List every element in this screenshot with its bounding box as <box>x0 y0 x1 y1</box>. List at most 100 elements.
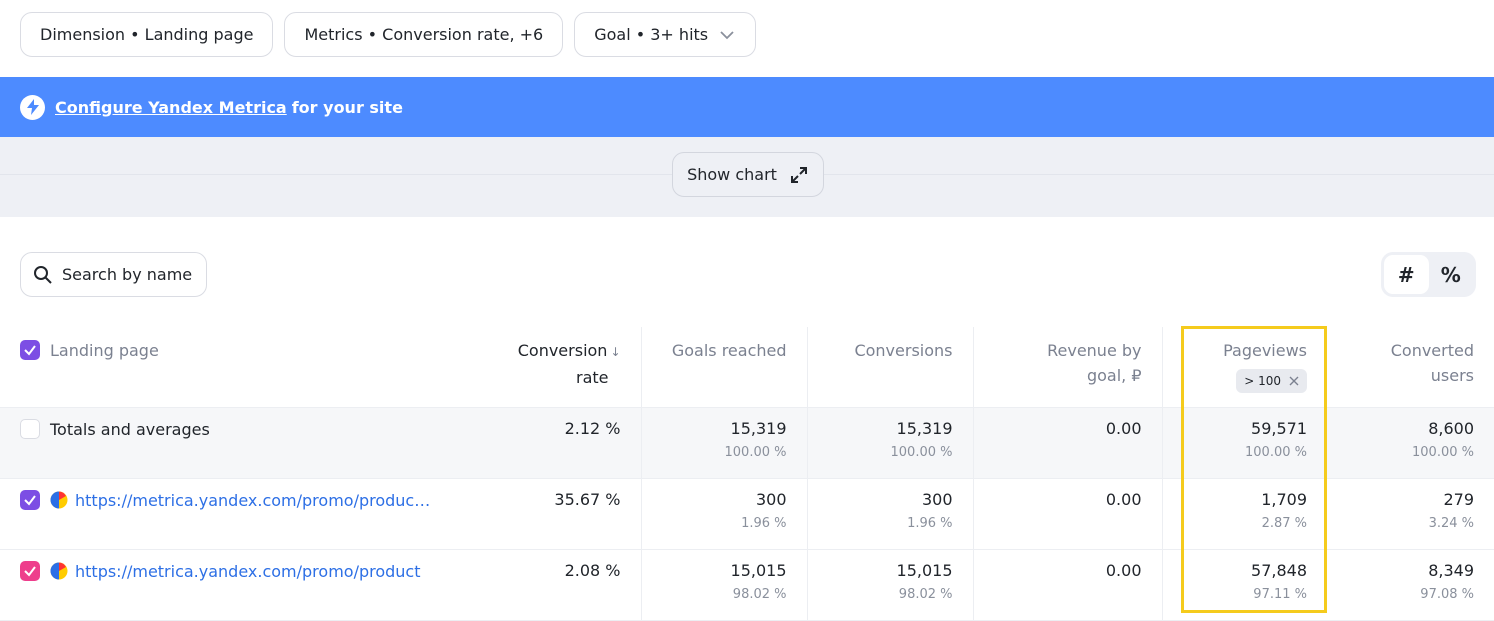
expand-icon <box>790 166 807 183</box>
cell-percent: 1.96 % <box>907 515 953 531</box>
metrica-favicon-icon <box>50 562 68 579</box>
pageviews-filter-tag[interactable]: > 100 <box>1236 369 1307 393</box>
header-landing-page[interactable]: Landing page <box>0 327 475 408</box>
metrics-filter-label: Metrics • Conversion rate, +6 <box>304 25 544 44</box>
cell-value: 300 <box>755 489 787 509</box>
cell-goals-reached: 15,319 100.00 % <box>640 407 807 479</box>
cell-conversion-rate: 2.12 % <box>475 407 641 479</box>
cell-percent: 2.87 % <box>1261 515 1307 531</box>
metrica-favicon-icon <box>50 491 68 508</box>
percent-values-button[interactable]: % <box>1429 255 1474 294</box>
cell-percent: 3.24 % <box>1428 515 1474 531</box>
search-icon <box>34 265 52 284</box>
header-label: Converted <box>1390 341 1474 360</box>
cell-value: 15,319 <box>896 418 953 438</box>
header-revenue[interactable]: Revenue by goal, ₽ <box>972 327 1162 408</box>
cell-percent: 100.00 % <box>1245 444 1307 460</box>
lightning-icon <box>20 94 45 120</box>
cell-percent: 100.00 % <box>724 444 787 460</box>
header-label: Conversion <box>517 341 608 360</box>
setup-banner: Configure Yandex Metrica for your site <box>0 77 1494 137</box>
chart-area: Show chart <box>0 137 1494 217</box>
banner-text: for your site <box>291 97 403 117</box>
select-all-checkbox[interactable] <box>20 340 40 360</box>
table-header-row: Landing page Conversion ↓ rate Goals reac… <box>0 327 1494 408</box>
cell-percent: 98.02 % <box>898 586 953 602</box>
cell-pageviews: 1,709 2.87 % <box>1161 478 1327 550</box>
cell-pageviews: 59,571 100.00 % <box>1161 407 1327 479</box>
row-checkbox[interactable] <box>20 560 40 581</box>
goal-filter-button[interactable]: Goal • 3+ hits <box>574 12 757 57</box>
filter-bar: Dimension • Landing page Metrics • Conve… <box>20 12 757 57</box>
search-input[interactable]: Search by name <box>20 252 207 297</box>
cell-value: 15,015 <box>730 560 787 580</box>
header-goals-reached[interactable]: Goals reached <box>640 327 807 408</box>
metrics-filter-button[interactable]: Metrics • Conversion rate, +6 <box>284 12 564 57</box>
cell-value: 15,319 <box>730 418 787 438</box>
cell-percent: 100.00 % <box>890 444 953 460</box>
cell-percent: 98.02 % <box>732 586 787 602</box>
configure-metrica-link[interactable]: Configure Yandex Metrica <box>55 98 287 117</box>
landing-page-link[interactable]: https://metrica.yandex.com/promo/produc… <box>75 491 430 510</box>
header-label: Landing page <box>50 341 159 360</box>
row-label-cell: https://metrica.yandex.com/promo/produc… <box>0 478 475 550</box>
cell-percent: 97.08 % <box>1420 586 1474 602</box>
row-label: Totals and averages <box>50 419 210 439</box>
cell-value: 59,571 <box>1251 418 1307 438</box>
row-label-cell: https://metrica.yandex.com/promo/product <box>0 549 475 621</box>
header-pageviews[interactable]: Pageviews > 100 <box>1161 327 1327 408</box>
header-conversions[interactable]: Conversions <box>806 327 973 408</box>
search-placeholder: Search by name <box>62 265 193 284</box>
cell-converted-users: 279 3.24 % <box>1327 478 1494 550</box>
goal-filter-label: Goal • 3+ hits <box>594 25 709 44</box>
cell-goals-reached: 300 1.96 % <box>640 478 807 550</box>
header-label: Goals reached <box>671 341 787 360</box>
chevron-down-icon <box>720 30 734 39</box>
filter-tag-label: > 100 <box>1244 373 1281 388</box>
header-label: Pageviews <box>1223 341 1307 360</box>
header-label: Revenue by <box>1047 341 1142 360</box>
row-checkbox[interactable] <box>20 489 40 510</box>
dimension-filter-label: Dimension • Landing page <box>40 25 254 44</box>
cell-percent: 100.00 % <box>1412 444 1474 460</box>
cell-converted-users: 8,349 97.08 % <box>1327 549 1494 621</box>
header-conversion-rate[interactable]: Conversion ↓ rate <box>475 327 641 408</box>
header-converted-users[interactable]: Converted users <box>1327 327 1494 408</box>
header-label: rate <box>576 368 609 387</box>
table-row: https://metrica.yandex.com/promo/product… <box>0 549 1494 621</box>
cell-value: 300 <box>921 489 953 509</box>
table-row: https://metrica.yandex.com/promo/produc…… <box>0 478 1494 550</box>
row-label-cell: Totals and averages <box>0 407 475 479</box>
row-checkbox[interactable] <box>20 418 40 439</box>
view-mode-toggle: # % <box>1381 252 1476 297</box>
cell-conversions: 300 1.96 % <box>806 478 973 550</box>
cell-pageviews: 57,848 97.11 % <box>1161 549 1327 621</box>
table-row-totals: Totals and averages 2.12 % 15,319 100.00 … <box>0 407 1494 479</box>
close-icon[interactable] <box>1289 376 1299 386</box>
cell-percent: 97.11 % <box>1253 586 1307 602</box>
cell-value: 8,349 <box>1428 560 1474 580</box>
cell-percent: 1.96 % <box>741 515 787 531</box>
cell-value: 279 <box>1443 489 1474 509</box>
landing-page-link[interactable]: https://metrica.yandex.com/promo/product <box>75 562 421 581</box>
cell-goals-reached: 15,015 98.02 % <box>640 549 807 621</box>
sort-desc-icon: ↓ <box>610 345 621 359</box>
absolute-values-button[interactable]: # <box>1384 255 1429 294</box>
header-label: goal, ₽ <box>1086 366 1142 385</box>
report-table: Landing page Conversion ↓ rate Goals reac… <box>0 327 1494 621</box>
cell-converted-users: 8,600 100.00 % <box>1327 407 1494 479</box>
cell-revenue: 0.00 <box>972 478 1162 550</box>
cell-value: 8,600 <box>1428 418 1474 438</box>
cell-conversions: 15,319 100.00 % <box>806 407 973 479</box>
cell-value: 57,848 <box>1251 560 1307 580</box>
cell-revenue: 0.00 <box>972 407 1162 479</box>
show-chart-label: Show chart <box>687 165 777 184</box>
show-chart-button[interactable]: Show chart <box>672 152 824 197</box>
cell-value: 15,015 <box>896 560 953 580</box>
cell-revenue: 0.00 <box>972 549 1162 621</box>
cell-conversions: 15,015 98.02 % <box>806 549 973 621</box>
cell-conversion-rate: 35.67 % <box>475 478 641 550</box>
dimension-filter-button[interactable]: Dimension • Landing page <box>20 12 274 57</box>
cell-value: 1,709 <box>1261 489 1307 509</box>
header-label: Conversions <box>854 341 953 360</box>
